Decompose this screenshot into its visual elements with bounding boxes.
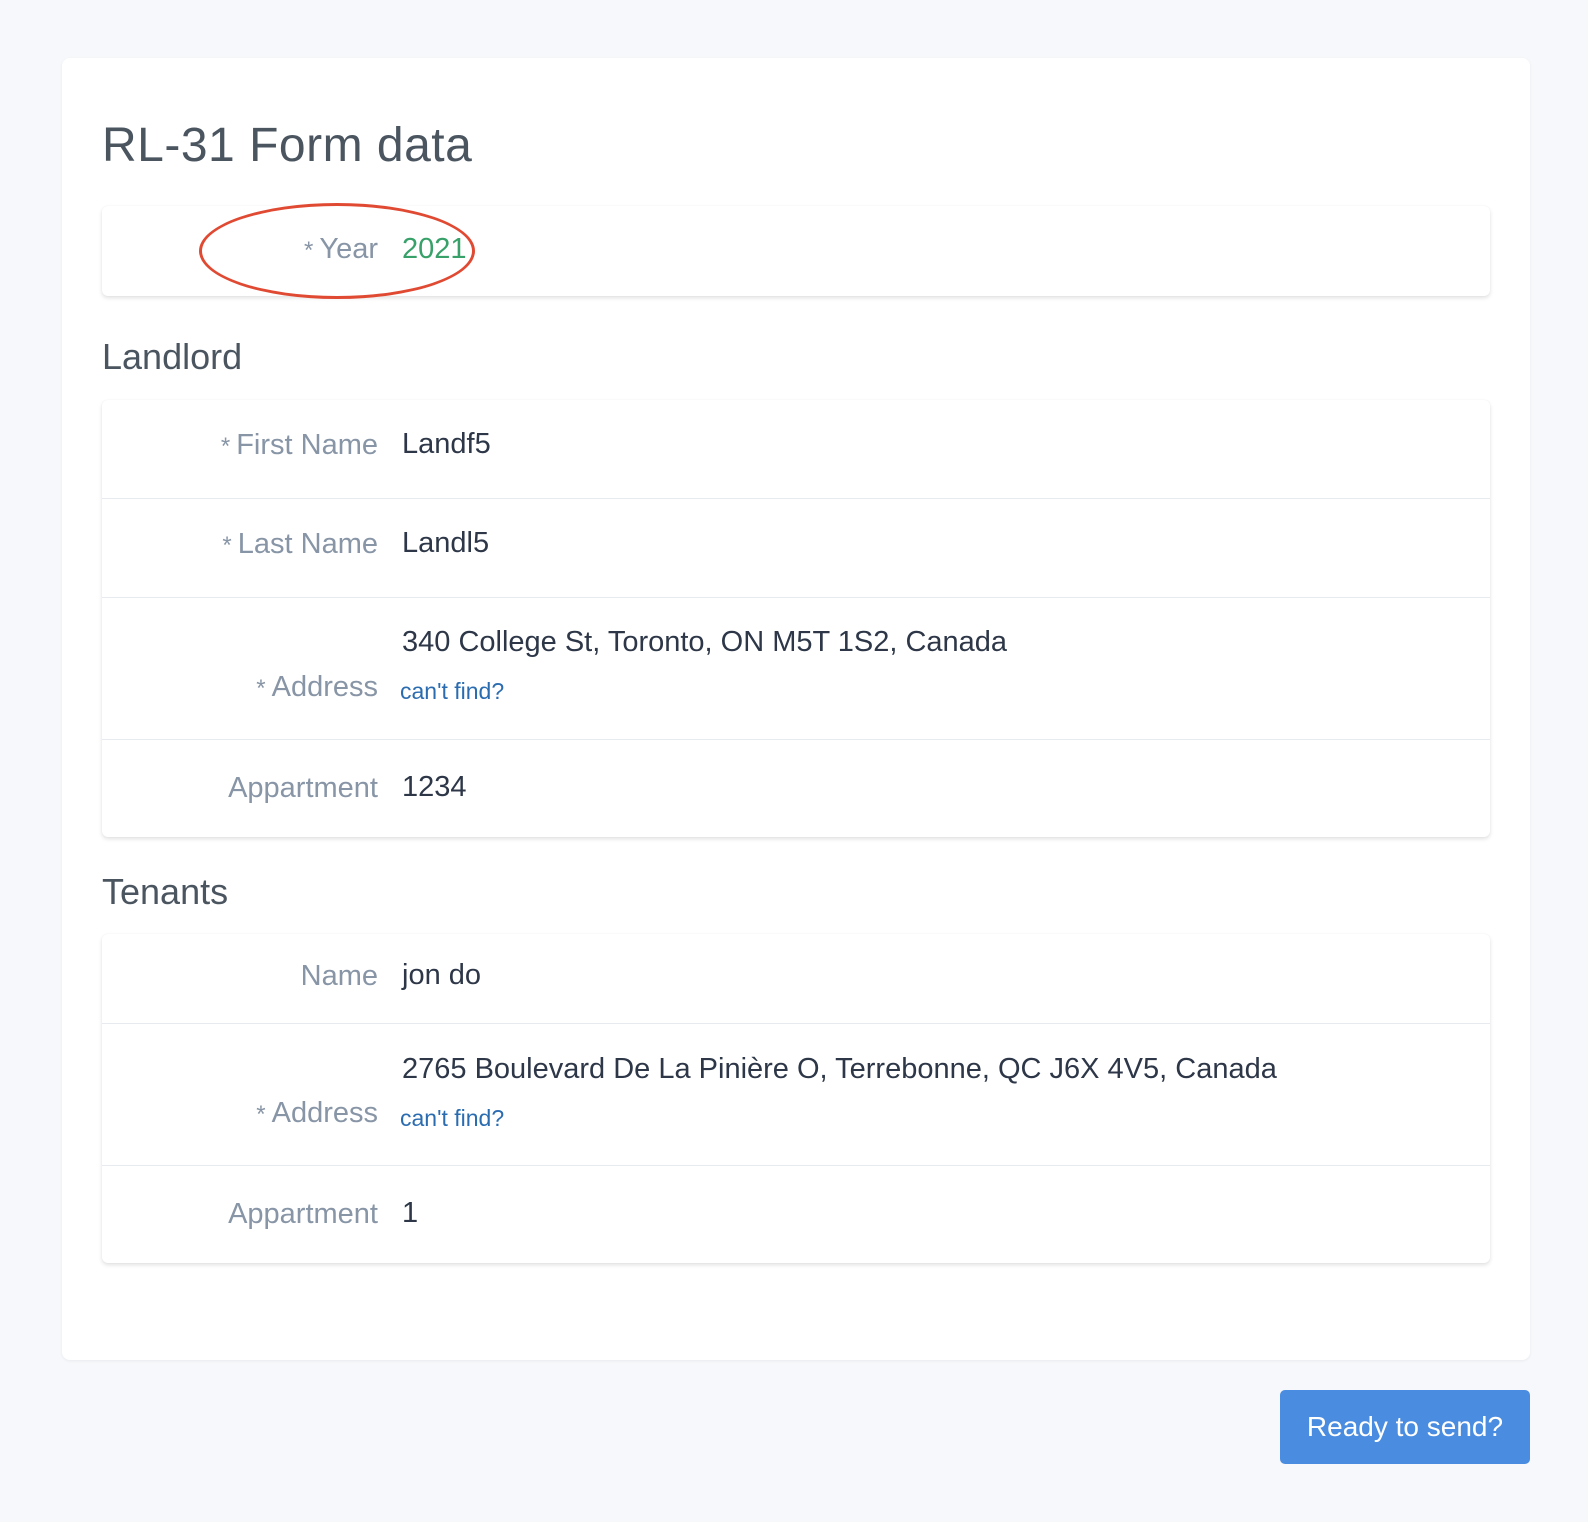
required-marker: * xyxy=(220,433,231,460)
appartment-label: Appartment xyxy=(228,772,378,804)
landlord-appartment-row: Appartment 1234 xyxy=(102,740,1490,837)
tenant-appartment-row: Appartment 1 xyxy=(102,1166,1490,1263)
landlord-panel: * First Name Landf5 * Last Name Landl5 * Ad… xyxy=(102,400,1490,837)
cant-find-link[interactable]: can't find? xyxy=(400,678,504,705)
ready-to-send-button[interactable]: Ready to send? xyxy=(1280,1390,1530,1464)
tenant-name-label: Name xyxy=(300,960,378,992)
address-label-text: Address xyxy=(271,671,378,703)
tenant-appartment-label: Appartment xyxy=(228,1198,378,1230)
landlord-last-name-row: * Last Name Landl5 xyxy=(102,499,1490,598)
year-label-text: Year xyxy=(319,233,378,265)
tenant-name-row: Name jon do xyxy=(102,934,1490,1024)
required-marker: * xyxy=(222,532,232,559)
first-name-label: * First Name xyxy=(221,429,378,462)
address-value[interactable]: 340 College St, Toronto, ON M5T 1S2, Can… xyxy=(402,626,1007,659)
page-title: RL-31 Form data xyxy=(102,119,473,172)
landlord-section-title: Landlord xyxy=(102,336,243,377)
tenants-panel: Name jon do * Address 2765 Boulevard De L… xyxy=(102,934,1490,1263)
required-marker: * xyxy=(256,675,266,702)
first-name-value[interactable]: Landf5 xyxy=(402,428,491,461)
year-label: * Year xyxy=(304,233,378,266)
tenant-address-row: * Address 2765 Boulevard De La Pinière O,… xyxy=(102,1024,1490,1166)
last-name-label-text: Last Name xyxy=(237,528,378,560)
first-name-label-text: First Name xyxy=(236,429,378,461)
tenant-address-value[interactable]: 2765 Boulevard De La Pinière O, Terrebon… xyxy=(402,1053,1277,1086)
year-value[interactable]: 2021 xyxy=(402,233,467,266)
appartment-value[interactable]: 1234 xyxy=(402,771,467,804)
cant-find-link[interactable]: can't find? xyxy=(400,1105,504,1132)
required-marker: * xyxy=(304,237,314,264)
form-card: RL-31 Form data * Year 2021 Landlord * Fir… xyxy=(62,58,1530,1360)
tenant-appartment-value[interactable]: 1 xyxy=(402,1197,418,1230)
required-marker: * xyxy=(256,1101,266,1128)
last-name-value[interactable]: Landl5 xyxy=(402,527,489,560)
year-panel: * Year 2021 xyxy=(102,206,1490,296)
tenants-section-title: Tenants xyxy=(102,871,229,912)
tenant-name-value[interactable]: jon do xyxy=(402,959,481,992)
address-label: * Address xyxy=(256,671,378,704)
landlord-first-name-row: * First Name Landf5 xyxy=(102,400,1490,499)
landlord-address-row: * Address 340 College St, Toronto, ON M5T… xyxy=(102,598,1490,740)
tenant-address-label-text: Address xyxy=(271,1097,378,1129)
tenant-address-label: * Address xyxy=(256,1097,378,1130)
last-name-label: * Last Name xyxy=(222,528,378,561)
year-row: * Year 2021 xyxy=(102,206,1490,296)
